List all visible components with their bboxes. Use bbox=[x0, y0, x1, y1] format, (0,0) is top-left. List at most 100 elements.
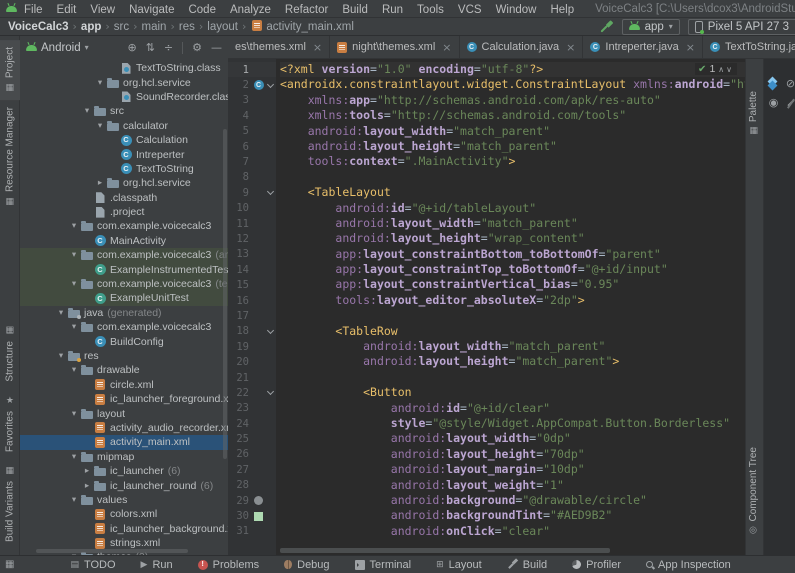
tool-windows-icon[interactable]: ▦ bbox=[5, 559, 14, 570]
code-line[interactable]: android:layout_width="match_parent" bbox=[280, 124, 745, 139]
status-inspect[interactable]: App Inspection bbox=[646, 559, 731, 571]
code-line[interactable]: xmlns:app="http://schemas.android.com/ap… bbox=[280, 93, 745, 108]
editor-tab[interactable]: CCalculation.java× bbox=[460, 36, 584, 58]
menu-analyze[interactable]: Analyze bbox=[223, 4, 278, 16]
code-line[interactable]: android:backgroundTint="#AED9B2" bbox=[280, 508, 745, 523]
chevron-down-icon[interactable]: ▾ bbox=[55, 308, 67, 318]
code-line[interactable]: android:layout_height="match_parent" bbox=[280, 139, 745, 154]
code-line[interactable]: <Button bbox=[280, 385, 745, 400]
tree-item[interactable]: ▾com.example.voicecalc3 bbox=[20, 320, 228, 334]
tree-item[interactable]: ▾mipmap bbox=[20, 450, 228, 464]
breadcrumb-item[interactable]: main bbox=[142, 21, 167, 33]
tree-item[interactable]: CExampleUnitTest bbox=[20, 291, 228, 305]
drawable-preview-icon[interactable] bbox=[254, 496, 263, 505]
menu-file[interactable]: File bbox=[17, 4, 50, 16]
menu-run[interactable]: Run bbox=[375, 4, 410, 16]
code-line[interactable]: <?xml version="1.0" encoding="utf-8"?> bbox=[280, 62, 745, 77]
code-line[interactable]: android:id="@+id/clear" bbox=[280, 401, 745, 416]
code-line[interactable]: app:layout_constraintBottom_toBottomOf="… bbox=[280, 247, 745, 262]
tree-item[interactable]: ▾org.hcl.service bbox=[20, 75, 228, 89]
tree-item[interactable]: ▾drawable bbox=[20, 363, 228, 377]
tree-item[interactable]: ▸org.hcl.service bbox=[20, 176, 228, 190]
chevron-down-icon[interactable]: ▾ bbox=[55, 351, 67, 361]
tree-item[interactable]: ▾com.example.voicecalc3 bbox=[20, 219, 228, 233]
menu-navigate[interactable]: Navigate bbox=[122, 4, 181, 16]
code-line[interactable]: android:background="@drawable/circle" bbox=[280, 493, 745, 508]
tree-item[interactable]: ▾src bbox=[20, 104, 228, 118]
chevron-down-icon[interactable]: ▾ bbox=[68, 250, 80, 260]
locate-icon[interactable]: ⊕ bbox=[127, 41, 136, 54]
disable-overlay-icon[interactable]: ⊘ bbox=[786, 77, 795, 90]
code-line[interactable]: app:layout_constraintTop_toBottomOf="@+i… bbox=[280, 262, 745, 277]
tree-item[interactable]: ▸ic_launcher(6) bbox=[20, 464, 228, 478]
menu-code[interactable]: Code bbox=[181, 4, 223, 16]
tree-item[interactable]: ▾res bbox=[20, 349, 228, 363]
close-icon[interactable]: × bbox=[686, 41, 695, 54]
fold-icon[interactable] bbox=[267, 188, 274, 195]
code-line[interactable]: style="@style/Widget.AppCompat.Button.Bo… bbox=[280, 416, 745, 431]
tree-horizontal-scrollbar[interactable] bbox=[36, 549, 188, 553]
status-todo[interactable]: ▤TODO bbox=[70, 559, 115, 571]
menu-vcs[interactable]: VCS bbox=[451, 4, 489, 16]
collapse-all-icon[interactable]: ÷ bbox=[164, 41, 173, 54]
chevron-right-icon[interactable]: ▸ bbox=[94, 178, 106, 188]
code-line[interactable]: android:layout_weight="1" bbox=[280, 478, 745, 493]
chevron-down-icon[interactable]: ▾ bbox=[68, 322, 80, 332]
layers-icon[interactable] bbox=[768, 78, 779, 89]
chevron-down-icon[interactable]: ▾ bbox=[68, 452, 80, 462]
pen-disabled-icon[interactable] bbox=[786, 98, 795, 108]
breadcrumb-item[interactable]: layout bbox=[207, 21, 238, 33]
code-line[interactable]: android:onClick="clear" bbox=[280, 524, 745, 539]
code-line[interactable]: app:layout_constraintVertical_bias="0.95… bbox=[280, 277, 745, 292]
code-line[interactable]: <TableRow bbox=[280, 324, 745, 339]
code-line[interactable] bbox=[280, 370, 745, 385]
chevron-down-icon[interactable]: ▾ bbox=[94, 121, 106, 131]
code-line[interactable]: android:layout_width="0dp" bbox=[280, 431, 745, 446]
tree-item[interactable]: CMainActivity bbox=[20, 234, 228, 248]
editor-tab[interactable]: night\themes.xml× bbox=[330, 36, 459, 58]
breadcrumb-item[interactable]: src bbox=[114, 21, 129, 33]
tree-item[interactable]: ▾com.example.voicecalc3(androidTest) bbox=[20, 248, 228, 262]
chevron-down-icon[interactable]: ▾ bbox=[68, 279, 80, 289]
fold-icon[interactable] bbox=[267, 388, 274, 395]
tool-stripe-project[interactable]: ▦Project bbox=[0, 40, 20, 100]
expand-icon[interactable]: ⇅ bbox=[146, 41, 155, 54]
code-line[interactable]: xmlns:tools="http://schemas.android.com/… bbox=[280, 108, 745, 123]
close-icon[interactable]: × bbox=[313, 41, 322, 54]
code-line[interactable]: android:layout_height="match_parent"> bbox=[280, 354, 745, 369]
code-line[interactable]: android:layout_width="match_parent" bbox=[280, 339, 745, 354]
code-line[interactable]: tools:layout_editor_absoluteX="2dp"> bbox=[280, 293, 745, 308]
code-line[interactable] bbox=[280, 308, 745, 323]
code-line[interactable]: android:layout_height="70dp" bbox=[280, 447, 745, 462]
tree-item[interactable]: CCalculation bbox=[20, 133, 228, 147]
fold-icon[interactable] bbox=[267, 327, 274, 334]
run-config-select[interactable]: app ▾ bbox=[622, 19, 680, 35]
tree-item[interactable]: ic_launcher_foreground.xml bbox=[20, 392, 228, 406]
tree-item[interactable]: ▾com.example.voicecalc3(test) bbox=[20, 277, 228, 291]
menu-window[interactable]: Window bbox=[489, 4, 544, 16]
status-problems[interactable]: !Problems bbox=[198, 559, 259, 571]
chevron-down-icon[interactable]: ▾ bbox=[94, 78, 106, 88]
fold-icon[interactable] bbox=[267, 81, 274, 88]
status-build[interactable]: Build bbox=[507, 559, 547, 571]
code-line[interactable]: android:id="@+id/tableLayout" bbox=[280, 201, 745, 216]
settings-icon[interactable]: ⚙ bbox=[192, 41, 202, 54]
tree-item[interactable]: ▾calculator bbox=[20, 119, 228, 133]
tree-item[interactable]: .project bbox=[20, 205, 228, 219]
tree-item[interactable]: ▾java(generated) bbox=[20, 306, 228, 320]
breadcrumb-item[interactable]: app bbox=[81, 21, 101, 33]
tool-stripe-build-variants[interactable]: Build Variants▦ bbox=[0, 459, 20, 549]
menu-view[interactable]: View bbox=[83, 4, 122, 16]
editor-tab[interactable]: es\themes.xml× bbox=[228, 36, 330, 58]
chevron-down-icon[interactable]: ▾ bbox=[68, 365, 80, 375]
menu-build[interactable]: Build bbox=[335, 4, 375, 16]
chevron-down-icon[interactable]: ▾ bbox=[68, 221, 80, 231]
tree-item[interactable]: ▸ic_launcher_round(6) bbox=[20, 478, 228, 492]
menu-help[interactable]: Help bbox=[543, 4, 581, 16]
code-line[interactable]: <TableLayout bbox=[280, 185, 745, 200]
palette-tab[interactable]: ▦ Palette bbox=[748, 91, 759, 136]
chevron-right-icon[interactable]: ▸ bbox=[81, 481, 93, 491]
status-layout[interactable]: ⊞Layout bbox=[436, 559, 482, 571]
chevron-right-icon[interactable]: ▸ bbox=[81, 466, 93, 476]
class-gutter-icon[interactable]: C bbox=[254, 80, 264, 90]
